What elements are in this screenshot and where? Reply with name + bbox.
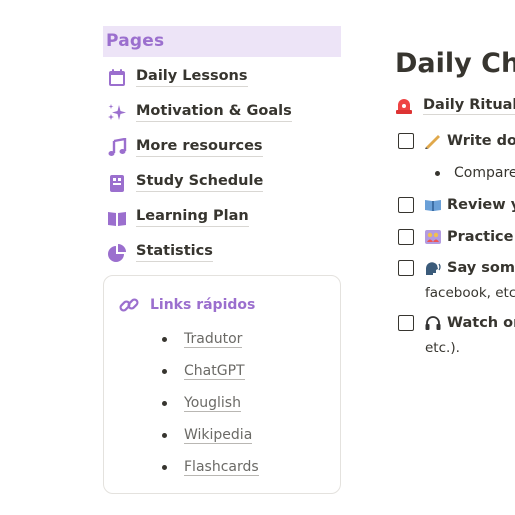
- link-tradutor[interactable]: Tradutor: [184, 331, 243, 349]
- list-item: Wikipedia: [162, 419, 259, 451]
- book-open-icon: [106, 207, 128, 229]
- pie-chart-icon: [106, 242, 128, 264]
- speaking-head-icon: [424, 260, 442, 276]
- sidebar-item-more-resources[interactable]: More resources: [103, 130, 341, 165]
- siren-icon: [396, 99, 412, 114]
- headphones-icon: [424, 315, 442, 331]
- links-title-text: Links rápidos: [150, 297, 256, 313]
- todo-text: Write dow: [447, 133, 515, 149]
- todo-item: Say somet: [398, 260, 515, 276]
- sidebar-item-label: Learning Plan: [136, 208, 249, 227]
- sidebar-item-learning-plan[interactable]: Learning Plan: [103, 200, 341, 235]
- subitem-text: Compare: [454, 165, 515, 181]
- subitem: Compare: [435, 165, 515, 181]
- links-card: Links rápidos Tradutor ChatGPT Youglish …: [103, 275, 341, 494]
- todo-checkbox[interactable]: [398, 260, 414, 276]
- todo-continuation: etc.).: [425, 340, 460, 356]
- todo-checkbox[interactable]: [398, 133, 414, 149]
- list-item: Youglish: [162, 388, 259, 420]
- todo-text: Watch or: [447, 315, 515, 331]
- todo-text: Say somet: [447, 260, 515, 276]
- writing-hand-icon: [424, 133, 442, 149]
- link-flashcards[interactable]: Flashcards: [184, 459, 259, 476]
- list-item: Tradutor: [162, 324, 259, 356]
- daily-ritual-link[interactable]: Daily Ritual: [395, 97, 515, 115]
- sidebar-item-study-schedule[interactable]: Study Schedule: [103, 165, 341, 200]
- sidebar-item-daily-lessons[interactable]: Daily Lessons: [103, 60, 341, 95]
- links-title: Links rápidos: [118, 294, 255, 316]
- todo-continuation: facebook, etc: [425, 285, 515, 301]
- sidebar-item-statistics[interactable]: Statistics: [103, 235, 341, 270]
- link-youglish[interactable]: Youglish: [184, 395, 241, 412]
- sidebar-item-label: More resources: [136, 138, 263, 157]
- sidebar-item-label: Study Schedule: [136, 173, 264, 192]
- todo-text: Review yo: [447, 197, 515, 213]
- links-list: Tradutor ChatGPT Youglish Wikipedia Flas…: [162, 324, 259, 483]
- schedule-icon: [106, 172, 128, 194]
- todo-item: Practice w: [398, 229, 515, 245]
- list-item: ChatGPT: [162, 356, 259, 388]
- bullet: [162, 432, 167, 438]
- todo-checkbox[interactable]: [398, 229, 414, 245]
- book-icon: [424, 197, 442, 213]
- bullet: [162, 464, 167, 470]
- sparkles-icon: [106, 102, 128, 124]
- sidebar-nav: Daily Lessons Motivation & Goals More re…: [103, 60, 341, 270]
- todo-item: Write dow: [398, 133, 515, 149]
- calendar-icon: [106, 67, 128, 89]
- sidebar-item-label: Daily Lessons: [136, 68, 248, 87]
- link-chatgpt[interactable]: ChatGPT: [184, 363, 245, 381]
- page-title: Daily Cha: [395, 48, 515, 79]
- sidebar: Pages Daily Lessons Motivation & Goals M…: [103, 26, 341, 494]
- music-note-icon: [106, 137, 128, 159]
- link-icon: [119, 298, 139, 312]
- todo-checkbox[interactable]: [398, 315, 414, 331]
- bullet: [162, 400, 167, 406]
- todo-text: Practice w: [447, 229, 515, 245]
- daily-ritual-label: Daily Ritual: [423, 97, 515, 115]
- todo-checkbox[interactable]: [398, 197, 414, 213]
- todo-item: Watch or: [398, 315, 515, 331]
- people-icon: [424, 229, 442, 245]
- bullet: [162, 369, 167, 375]
- sidebar-item-label: Motivation & Goals: [136, 103, 292, 122]
- bullet: [435, 170, 440, 176]
- sidebar-item-motivation-goals[interactable]: Motivation & Goals: [103, 95, 341, 130]
- todo-item: Review yo: [398, 197, 515, 213]
- link-wikipedia[interactable]: Wikipedia: [184, 427, 253, 444]
- bullet: [162, 337, 167, 343]
- list-item: Flashcards: [162, 451, 259, 483]
- sidebar-item-label: Statistics: [136, 243, 213, 262]
- pages-header: Pages: [103, 26, 341, 57]
